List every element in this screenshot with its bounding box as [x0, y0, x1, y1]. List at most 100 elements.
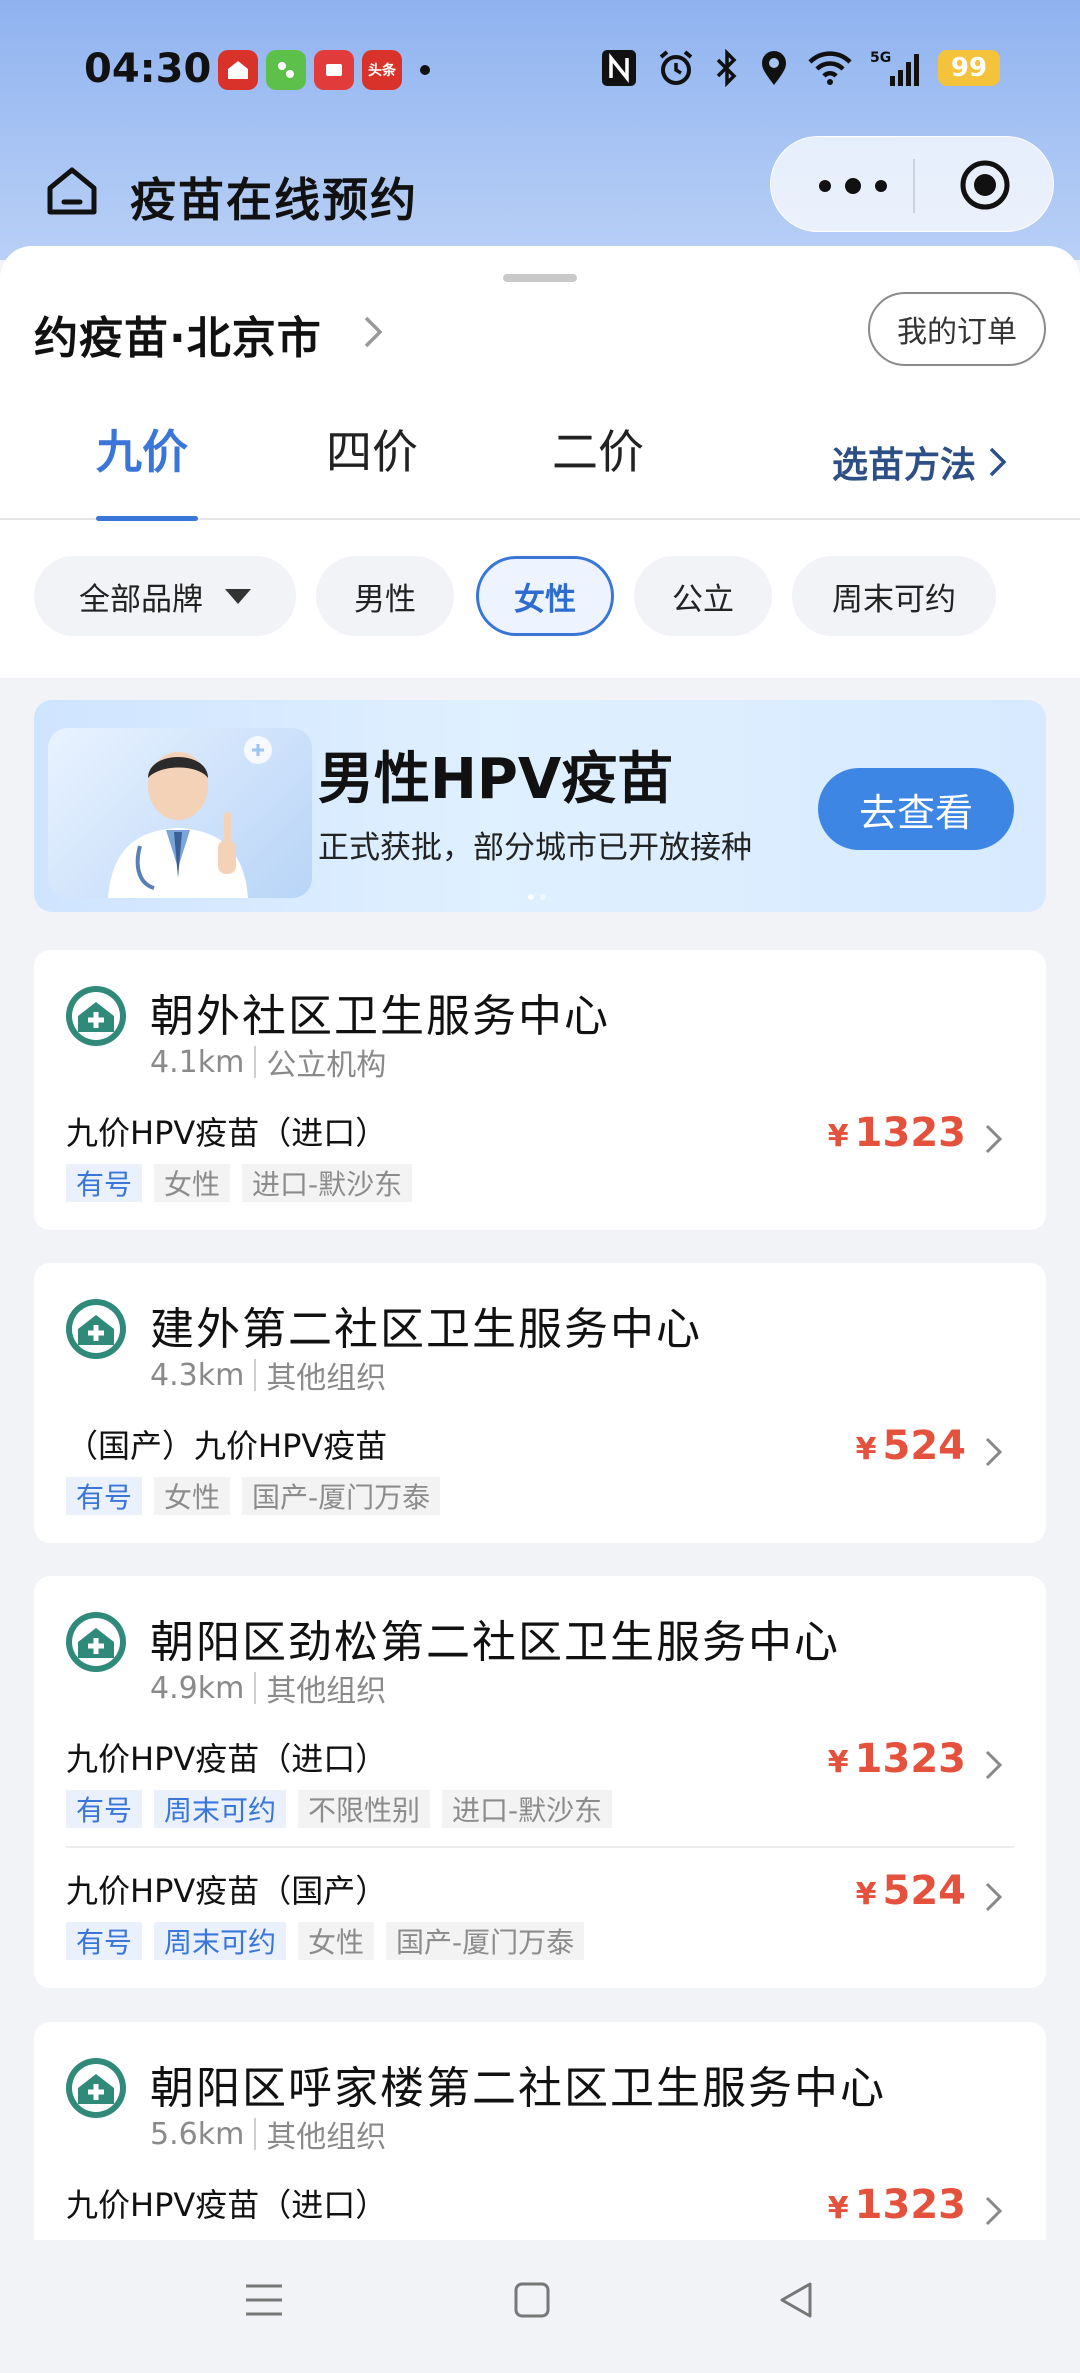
clinic-meta: 4.1km 公立机构	[150, 1040, 386, 1084]
wifi-icon	[808, 51, 852, 85]
price-value: 524	[882, 1423, 967, 1469]
vaccine-price: ¥1323	[828, 1736, 966, 1782]
filter-chip-female[interactable]: 女性	[476, 556, 614, 636]
meta-divider	[254, 1672, 257, 1704]
system-nav-bar	[0, 2240, 1080, 2373]
clinic-meta: 4.3km 其他组织	[150, 1353, 386, 1397]
pick-method-link[interactable]: 选苗方法	[832, 436, 1008, 488]
clinic-logo-icon	[66, 986, 126, 1046]
clinic-meta: 5.6km 其他组织	[150, 2112, 386, 2156]
filter-chip-weekend[interactable]: 周末可约	[792, 556, 996, 636]
tab-nine-valent[interactable]: 九价	[96, 416, 188, 482]
chevron-right-icon	[985, 2196, 1003, 2226]
city-title[interactable]: 约疫苗·北京市	[34, 302, 322, 366]
clinic-distance: 4.3km	[150, 1357, 245, 1393]
status-time: 04:30	[84, 46, 212, 92]
clinic-logo-icon	[66, 1612, 126, 1672]
vaccine-row[interactable]: （国产）九价HPV疫苗 有号 女性 国产-厦门万泰 ¥524	[34, 1421, 1046, 1541]
miniprogram-capsule	[770, 136, 1054, 232]
vaccine-name: （国产）九价HPV疫苗	[66, 1427, 388, 1465]
my-orders-button[interactable]: 我的订单	[868, 292, 1046, 366]
capsule-divider	[913, 159, 915, 213]
vaccine-row[interactable]: 九价HPV疫苗（进口） ¥1323	[34, 2180, 1046, 2240]
more-icon[interactable]	[813, 171, 893, 201]
tag-available: 有号	[66, 1477, 143, 1515]
price-value: 1323	[854, 2182, 966, 2228]
active-tab-indicator	[96, 516, 198, 521]
chevron-right-icon[interactable]	[362, 314, 386, 350]
tag-manufacturer: 进口-默沙东	[242, 1164, 413, 1202]
clinic-meta: 4.9km 其他组织	[150, 1666, 386, 1710]
pager-dot-active	[528, 894, 534, 900]
title-bar: 疫苗在线预约	[0, 136, 1080, 246]
tag-gender: 女性	[154, 1164, 231, 1202]
vaccine-row[interactable]: 九价HPV疫苗（国产） 有号 周末可约 女性 国产-厦门万泰 ¥524	[34, 1866, 1046, 1986]
currency-symbol: ¥	[855, 1877, 877, 1912]
vaccine-row[interactable]: 九价HPV疫苗（进口） 有号 女性 进口-默沙东 ¥1323	[34, 1108, 1046, 1228]
notification-dot-icon	[420, 65, 430, 75]
filter-chip-male[interactable]: 男性	[316, 556, 454, 636]
banner-view-button[interactable]: 去查看	[818, 768, 1014, 850]
chevron-right-icon	[985, 1124, 1003, 1154]
price-value: 1323	[854, 1110, 966, 1156]
battery-indicator: 99	[938, 50, 1000, 86]
pick-method-label: 选苗方法	[832, 445, 977, 486]
chevron-right-icon	[985, 1750, 1003, 1780]
clinic-card[interactable]: 建外第二社区卫生服务中心 4.3km 其他组织 （国产）九价HPV疫苗 有号 女…	[34, 1263, 1046, 1543]
filter-bar: 全部品牌 男性 女性 公立 周末可约	[0, 556, 1080, 656]
app-icon-1	[218, 50, 258, 90]
clinic-type: 其他组织	[266, 2120, 387, 2155]
vaccine-price: ¥524	[856, 1868, 966, 1914]
toutiao-label: 头条	[368, 63, 396, 79]
vaccine-tags: 有号 周末可约 女性 国产-厦门万泰	[66, 1922, 585, 1960]
promo-banner[interactable]: 男性HPV疫苗 正式获批，部分城市已开放接种 去查看	[34, 700, 1046, 912]
chevron-right-icon	[985, 1437, 1003, 1467]
home-icon[interactable]	[44, 162, 100, 218]
vaccine-tags: 有号 女性 进口-默沙东	[66, 1164, 413, 1202]
tag-gender: 不限性别	[298, 1790, 431, 1828]
tag-weekend: 周末可约	[154, 1922, 287, 1960]
pager-dot	[540, 894, 546, 900]
home-square-icon[interactable]	[512, 2280, 552, 2320]
clinic-logo-icon	[66, 1299, 126, 1359]
vaccine-price: ¥1323	[828, 2182, 966, 2228]
close-target-icon[interactable]	[957, 157, 1013, 213]
clinic-distance: 5.6km	[150, 2116, 245, 2152]
banner-pager	[528, 894, 546, 900]
app-icon-2	[266, 50, 306, 90]
meta-divider	[254, 1046, 257, 1078]
tag-manufacturer: 进口-默沙东	[442, 1790, 613, 1828]
grab-handle[interactable]	[503, 274, 577, 282]
vaccine-row[interactable]: 九价HPV疫苗（进口） 有号 周末可约 不限性别 进口-默沙东 ¥1323	[34, 1734, 1046, 1854]
back-icon[interactable]	[776, 2280, 816, 2320]
banner-subtitle: 正式获批，部分城市已开放接种	[318, 830, 752, 866]
meta-divider	[254, 1359, 257, 1391]
doctor-icon	[108, 736, 272, 898]
signal-5g-icon: 5G	[870, 50, 919, 86]
status-bar: 04:30 头条 5G 99	[0, 40, 1080, 104]
currency-symbol: ¥	[827, 2191, 849, 2226]
nfc-icon	[602, 50, 636, 86]
vaccine-name: 九价HPV疫苗（进口）	[66, 1740, 388, 1778]
clinic-name: 朝阳区呼家楼第二社区卫生服务中心	[150, 2063, 886, 2114]
app-icon-3	[314, 50, 354, 90]
brand-filter-dropdown[interactable]: 全部品牌	[34, 556, 296, 636]
clinic-card[interactable]: 朝外社区卫生服务中心 4.1km 公立机构 九价HPV疫苗（进口） 有号 女性 …	[34, 950, 1046, 1230]
price-value: 524	[882, 1868, 967, 1914]
doctor-illustration	[48, 728, 312, 898]
filter-chip-public[interactable]: 公立	[634, 556, 772, 636]
alarm-icon	[659, 50, 693, 85]
menu-icon[interactable]	[244, 2280, 284, 2320]
clinic-card[interactable]: 朝阳区劲松第二社区卫生服务中心 4.9km 其他组织 九价HPV疫苗（进口） 有…	[34, 1576, 1046, 1988]
tab-four-valent[interactable]: 四价	[326, 416, 418, 482]
clinic-card[interactable]: 朝阳区呼家楼第二社区卫生服务中心 5.6km 其他组织 九价HPV疫苗（进口） …	[34, 2022, 1046, 2240]
currency-symbol: ¥	[827, 1119, 849, 1154]
currency-symbol: ¥	[855, 1432, 877, 1467]
currency-symbol: ¥	[827, 1745, 849, 1780]
vaccine-price: ¥524	[856, 1423, 966, 1469]
clinic-name: 朝阳区劲松第二社区卫生服务中心	[150, 1617, 840, 1668]
clinic-logo-icon	[66, 2058, 126, 2118]
tag-weekend: 周末可约	[154, 1790, 287, 1828]
tab-two-valent[interactable]: 二价	[552, 416, 644, 482]
tag-manufacturer: 国产-厦门万泰	[242, 1477, 441, 1515]
